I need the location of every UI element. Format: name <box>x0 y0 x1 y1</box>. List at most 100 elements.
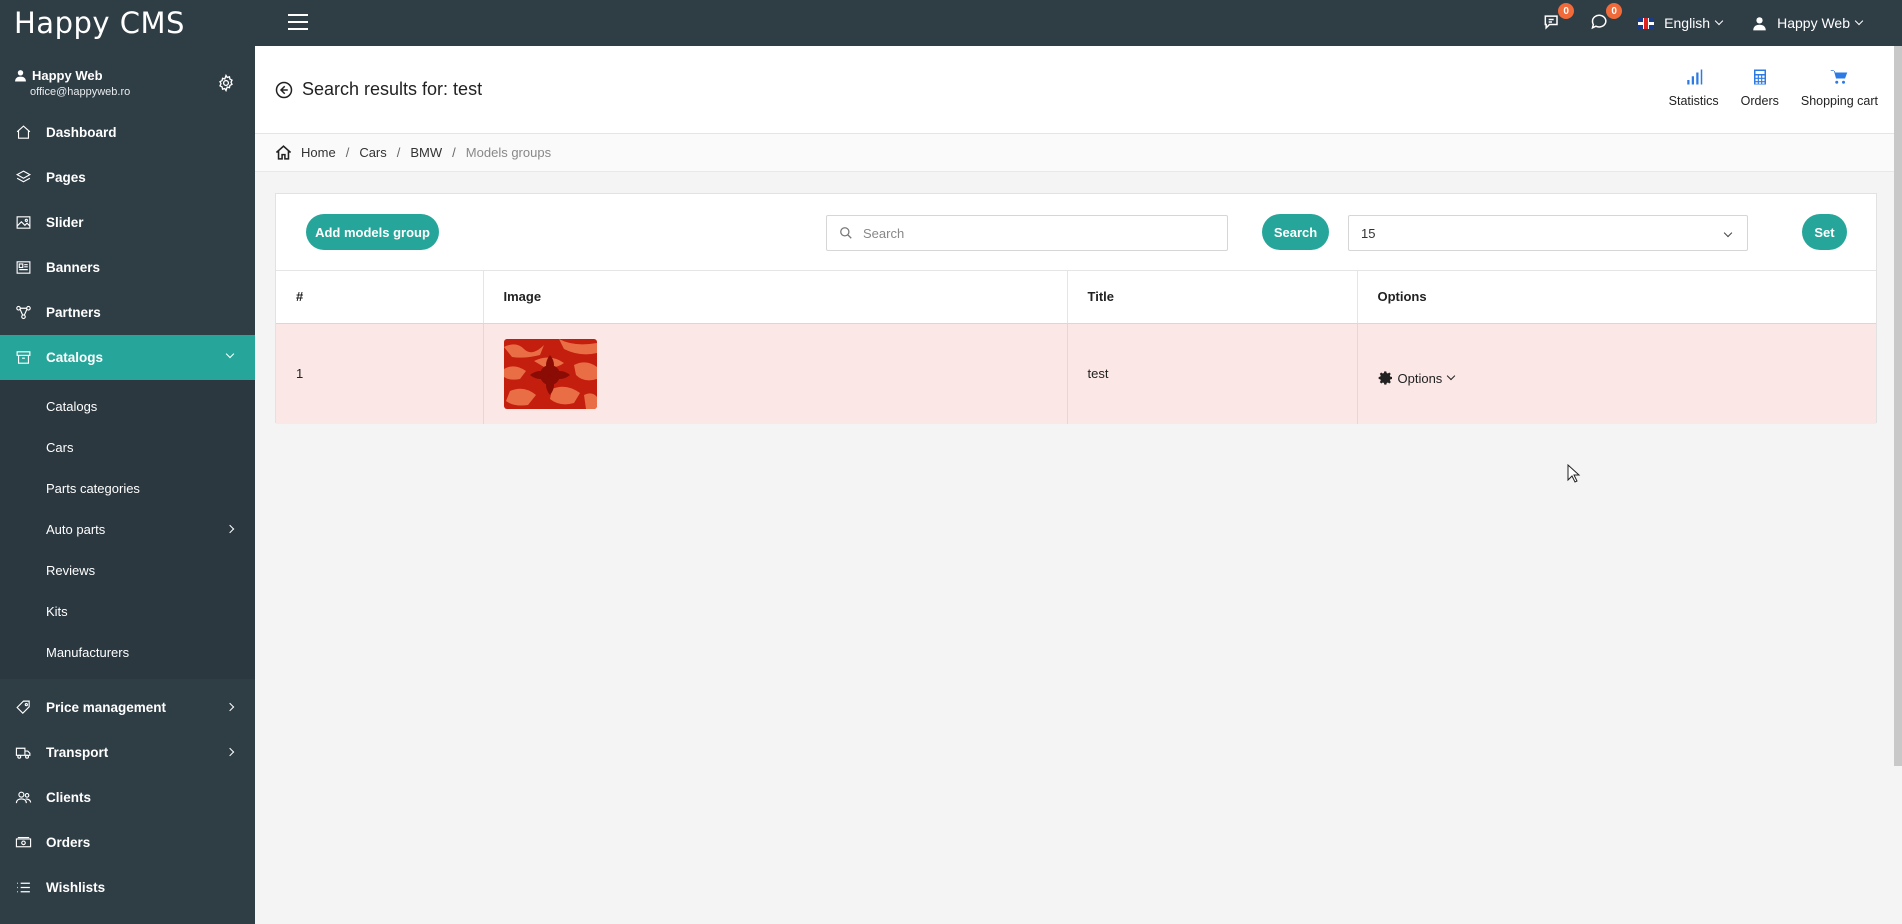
search-field[interactable] <box>826 215 1228 251</box>
page-header: Search results for: test Statistics Orde… <box>255 46 1902 134</box>
sidebar-item-partners[interactable]: Partners <box>0 290 255 335</box>
submenu-item-reviews[interactable]: Reviews <box>0 550 255 591</box>
cash-icon <box>14 834 32 852</box>
breadcrumb-separator: / <box>345 145 350 160</box>
row-image-cell <box>483 323 1068 424</box>
breadcrumb-separator: / <box>396 145 401 160</box>
main-content: Search results for: test Statistics Orde… <box>255 46 1902 924</box>
image-icon <box>14 214 32 232</box>
statistics-label: Statistics <box>1668 94 1719 108</box>
sidebar-item-label: Catalogs <box>46 350 104 365</box>
options-label: Options <box>1397 370 1443 386</box>
bar-chart-icon <box>1686 69 1702 85</box>
models-groups-table: # Image Title Options 1 test Options <box>276 271 1876 424</box>
submenu-item-label: Parts categories <box>46 481 140 496</box>
sidebar-item-orders[interactable]: Orders <box>0 820 255 865</box>
search-icon <box>840 227 852 239</box>
mouse-cursor-icon <box>1567 464 1581 483</box>
notification-badge: 0 <box>1606 3 1623 19</box>
model-thumbnail-image[interactable] <box>503 338 597 409</box>
options-dropdown[interactable]: Options <box>1378 370 1456 386</box>
add-models-group-button[interactable]: Add models group <box>306 214 439 250</box>
models-groups-card: Add models group Search 15 Set # Image T… <box>275 193 1877 424</box>
chevron-right-icon <box>225 747 235 757</box>
column-header-number: # <box>276 271 484 324</box>
user-icon <box>15 70 26 82</box>
shopping-cart-label: Shopping cart <box>1800 94 1878 108</box>
breadcrumb: Home / Cars / BMW / Models groups <box>255 134 1902 172</box>
sidebar-item-label: Pages <box>46 170 86 185</box>
sidebar-item-pages[interactable]: Pages <box>0 155 255 200</box>
row-number: 1 <box>276 323 484 424</box>
table-header-row: # Image Title Options <box>276 271 1876 324</box>
sidebar-item-catalogs[interactable]: Catalogs <box>0 335 255 380</box>
set-button[interactable]: Set <box>1802 214 1847 250</box>
submenu-item-label: Reviews <box>46 563 96 578</box>
notification-badge: 0 <box>1558 3 1575 19</box>
submenu-item-auto-parts[interactable]: Auto parts <box>0 509 255 550</box>
breadcrumb-home[interactable]: Home <box>301 145 336 160</box>
chevron-down-icon <box>1723 228 1733 238</box>
submenu-item-parts-categories[interactable]: Parts categories <box>0 468 255 509</box>
comments-notification[interactable]: 0 <box>1590 3 1623 34</box>
sidebar-item-transport[interactable]: Transport <box>0 730 255 775</box>
row-options-cell: Options <box>1357 323 1876 424</box>
sidebar-item-price-management[interactable]: Price management <box>0 685 255 730</box>
user-menu-label: Happy Web <box>1777 15 1850 31</box>
home-icon[interactable] <box>275 144 292 161</box>
sidebar-item-banners[interactable]: Banners <box>0 245 255 290</box>
breadcrumb-bmw[interactable]: BMW <box>410 145 442 160</box>
sidebar-item-label: Partners <box>46 305 101 320</box>
sidebar-item-dashboard[interactable]: Dashboard <box>0 110 255 155</box>
top-bar-right: 0 0 English Happy Web <box>1542 0 1902 46</box>
breadcrumb-current: Models groups <box>465 145 552 160</box>
layers-icon <box>14 169 32 187</box>
per-page-select[interactable]: 15 <box>1348 215 1748 251</box>
statistics-button[interactable]: Statistics <box>1669 68 1719 108</box>
page-title: Search results for: test <box>302 79 483 99</box>
chevron-down-icon <box>1854 16 1864 26</box>
sidebar-item-label: Banners <box>46 260 101 275</box>
chevron-right-icon <box>225 702 235 712</box>
messages-notification[interactable]: 0 <box>1542 3 1575 34</box>
sidebar-item-wishlists[interactable]: Wishlists <box>0 865 255 910</box>
cart-icon <box>1831 70 1848 84</box>
table-row: 1 test Options <box>276 323 1876 424</box>
column-header-image: Image <box>483 271 1068 324</box>
submenu-item-manufacturers[interactable]: Manufacturers <box>0 632 255 673</box>
search-button[interactable]: Search <box>1262 214 1329 250</box>
card-toolbar: Add models group Search 15 Set <box>276 194 1876 271</box>
price-tag-icon <box>14 699 32 717</box>
app-logo[interactable]: Happy CMS <box>0 0 255 46</box>
language-label: English <box>1664 15 1711 31</box>
menu-toggle-icon[interactable] <box>288 14 308 30</box>
orders-button[interactable]: Orders <box>1741 68 1779 108</box>
submenu-item-label: Manufacturers <box>46 645 130 660</box>
breadcrumb-cars[interactable]: Cars <box>359 145 386 160</box>
sidebar-item-label: Clients <box>46 790 92 805</box>
submenu-item-cars[interactable]: Cars <box>0 427 255 468</box>
submenu-item-label: Cars <box>46 440 74 455</box>
page-scrollbar[interactable] <box>1894 46 1902 766</box>
shopping-cart-button[interactable]: Shopping cart <box>1801 68 1878 108</box>
network-icon <box>14 304 32 322</box>
sidebar-item-clients[interactable]: Clients <box>0 775 255 820</box>
top-bar: Happy CMS 0 0 English Happy Web <box>0 0 1902 46</box>
users-icon <box>14 789 32 807</box>
submenu-item-catalogs[interactable]: Catalogs <box>0 386 255 427</box>
home-icon <box>14 124 32 142</box>
sidebar: Happy Web office@happyweb.ro Dashboard P… <box>0 46 255 924</box>
language-selector[interactable]: English <box>1638 15 1724 31</box>
sidebar-item-label: Wishlists <box>46 880 106 895</box>
submenu-item-label: Catalogs <box>46 399 98 414</box>
back-arrow-icon[interactable] <box>275 81 293 99</box>
header-actions: Statistics Orders Shopping cart <box>1647 68 1878 108</box>
sidebar-item-slider[interactable]: Slider <box>0 200 255 245</box>
sidebar-item-label: Transport <box>46 745 109 760</box>
user-menu[interactable]: Happy Web <box>1752 15 1864 31</box>
chevron-down-icon <box>1714 16 1724 26</box>
search-input[interactable] <box>863 225 1227 241</box>
gear-icon[interactable] <box>217 74 235 92</box>
user-icon <box>1753 16 1766 30</box>
submenu-item-kits[interactable]: Kits <box>0 591 255 632</box>
